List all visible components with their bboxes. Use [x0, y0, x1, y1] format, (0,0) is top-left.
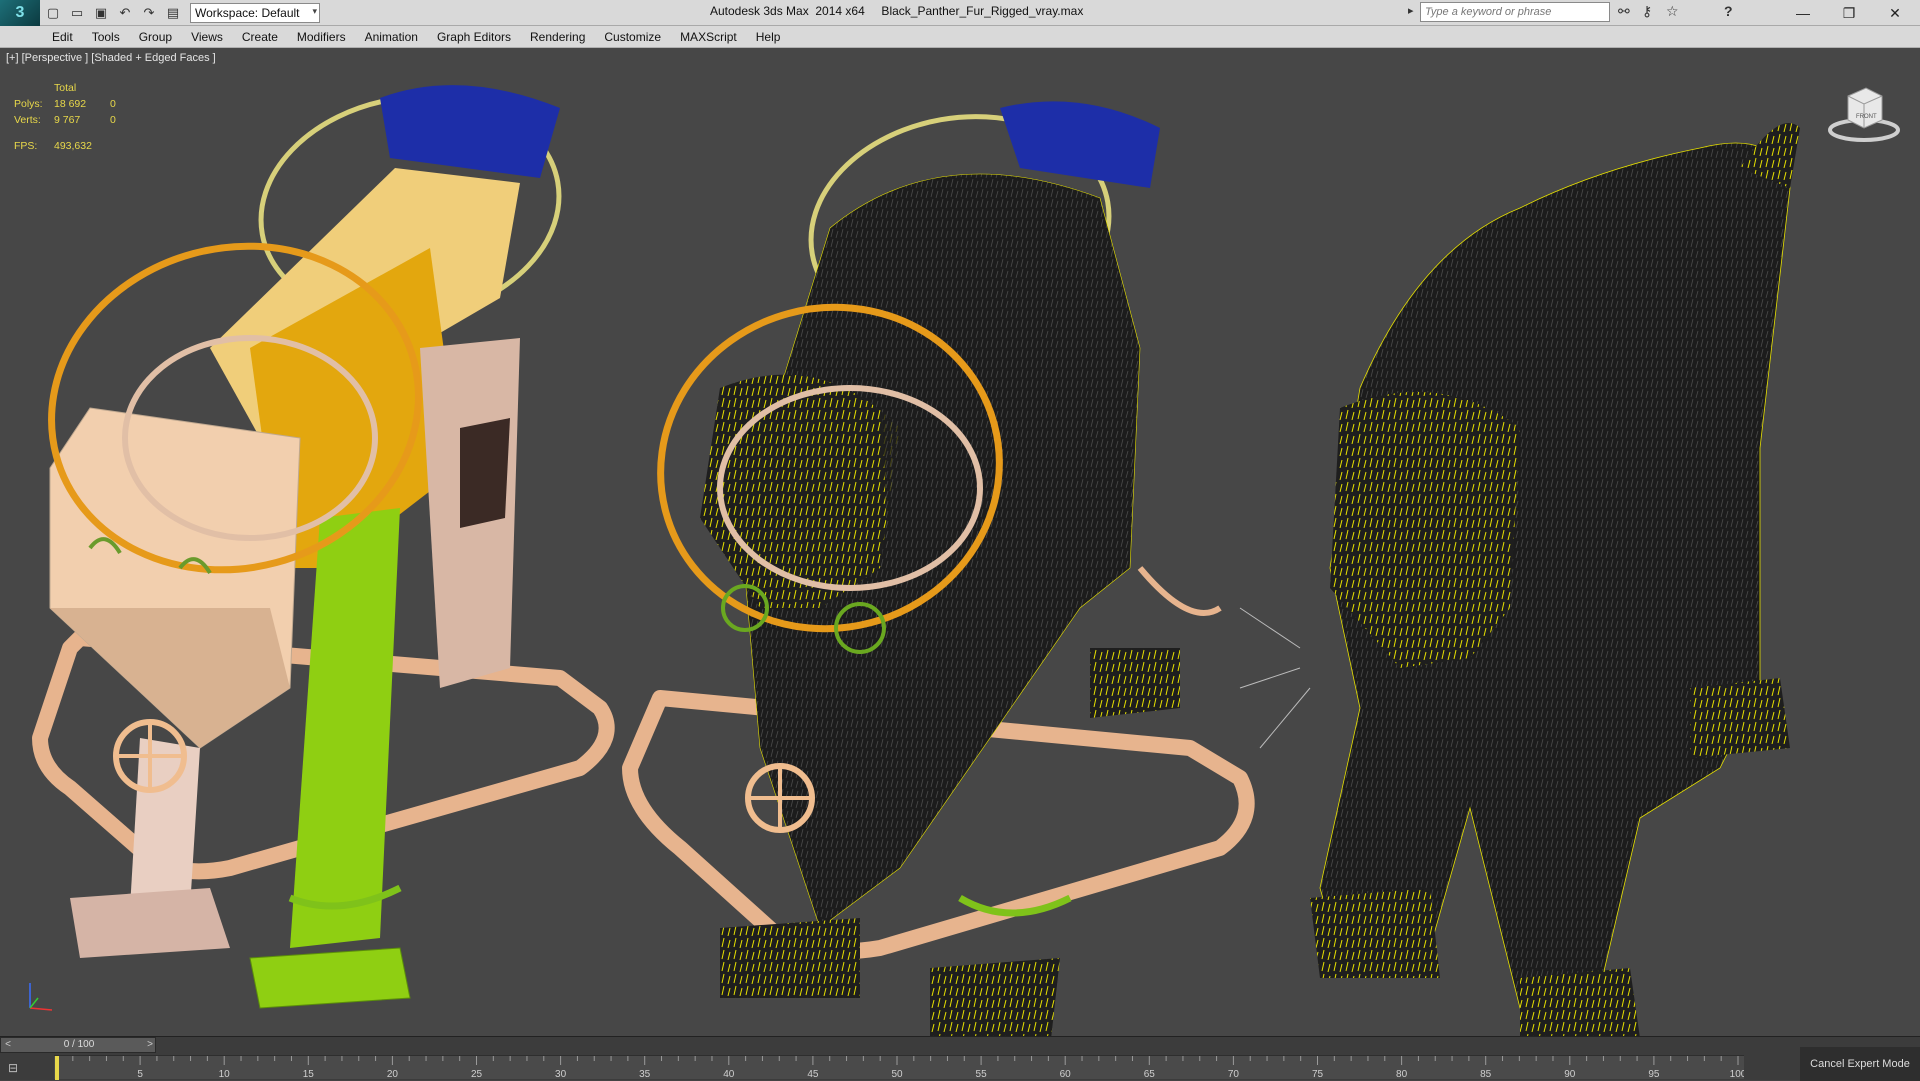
search-input[interactable]: Type a keyword or phrase [1420, 2, 1610, 22]
timeline-ruler[interactable]: 5 10 15 20 25 30 35 40 45 50 55 60 65 70 75 80 85 90 95 100 [54, 1056, 1744, 1080]
time-slider-value: 0 / 100 [63, 1039, 95, 1050]
menu-create[interactable]: Create [242, 30, 278, 44]
timeline-tick-label: 65 [1144, 1069, 1156, 1080]
timeline-tick-label: 15 [303, 1069, 315, 1080]
timeline-tick-label: 95 [1648, 1069, 1660, 1080]
timeline-key-icon[interactable]: ⊟ [8, 1061, 36, 1077]
timeline-bar: < 0 / 100 > ⊟ 5 10 15 20 25 30 35 40 45 50 55 60 65 7… [0, 1036, 1920, 1081]
menu-rendering[interactable]: Rendering [530, 30, 585, 44]
timeline-tick-label: 60 [1060, 1069, 1072, 1080]
slider-prev-button[interactable]: < [1, 1038, 15, 1054]
menu-edit[interactable]: Edit [52, 30, 73, 44]
window-title: Autodesk 3ds Max 2014 x64 Black_Panther_… [710, 4, 1084, 18]
timeline-tick-label: 40 [723, 1069, 735, 1080]
rig-skeleton-panther[interactable] [15, 74, 615, 1009]
menu-views[interactable]: Views [191, 30, 223, 44]
minimize-button[interactable]: — [1780, 0, 1826, 26]
timeline-tick-label: 45 [807, 1069, 819, 1080]
timeline-tick-label: 80 [1396, 1069, 1408, 1080]
chevron-down-icon: ▾ [312, 5, 317, 16]
timeline-tick-label: 5 [137, 1069, 143, 1080]
viewcube-widget[interactable]: FRONT [1826, 78, 1902, 148]
timeline-tick-label: 100 [1730, 1069, 1744, 1080]
restore-button[interactable]: ❐ [1826, 0, 1872, 26]
fur-render-panther[interactable] [1239, 123, 1800, 1036]
app-logo-icon[interactable]: 3 [0, 0, 40, 26]
workspace-dropdown[interactable]: Workspace: Default ▾ [190, 2, 320, 23]
title-bar: 3 ▢ ▭ ▣ ↶ ↷ ▤ Workspace: Default ▾ Autod… [0, 0, 1920, 26]
menu-tools[interactable]: Tools [92, 30, 120, 44]
timeline-tick-label: 85 [1480, 1069, 1492, 1080]
axis-gizmo [29, 983, 53, 1011]
workspace-label: Workspace: Default [195, 5, 300, 20]
timeline-track[interactable]: 5 10 15 20 25 30 35 40 45 50 55 60 65 70 75 80 85 90 95 100 [54, 1055, 1744, 1080]
undo-icon[interactable]: ↶ [114, 2, 136, 24]
stats-header: Total [54, 82, 77, 94]
menu-animation[interactable]: Animation [365, 30, 418, 44]
save-icon[interactable]: ▣ [90, 2, 112, 24]
help-icon[interactable]: ? [1724, 3, 1733, 19]
key-icon[interactable]: ⚷ [1642, 3, 1652, 20]
new-file-icon[interactable]: ▢ [42, 2, 64, 24]
binoculars-icon[interactable]: ⚯ [1618, 3, 1630, 20]
timeline-tick-label: 75 [1312, 1069, 1324, 1080]
polys-selected: 0 [110, 98, 116, 110]
viewcube-front-label: FRONT [1856, 114, 1877, 120]
search-expand-icon[interactable]: ▸ [1408, 4, 1414, 17]
close-button[interactable]: ✕ [1872, 0, 1918, 26]
slider-next-button[interactable]: > [143, 1038, 157, 1054]
menu-graph-editors[interactable]: Graph Editors [437, 30, 511, 44]
menu-modifiers[interactable]: Modifiers [297, 30, 346, 44]
rig-fur-panther[interactable] [622, 94, 1255, 1036]
polys-label: Polys: [14, 98, 43, 110]
timeline-tick-label: 35 [639, 1069, 651, 1080]
scene-render[interactable] [0, 48, 1920, 1036]
menu-group[interactable]: Group [139, 30, 172, 44]
star-icon[interactable]: ☆ [1666, 3, 1679, 20]
viewport-label[interactable]: [+] [Perspective ] [Shaded + Edged Faces… [6, 52, 216, 64]
project-folder-icon[interactable]: ▤ [162, 2, 184, 24]
verts-selected: 0 [110, 114, 116, 126]
viewport-statistics: Total Polys: 18 692 0 Verts: 9 767 0 FPS: 493… [14, 80, 116, 154]
current-frame-marker[interactable] [55, 1056, 59, 1080]
timeline-tick-label: 20 [387, 1069, 399, 1080]
menu-bar: Edit Tools Group Views Create Modifiers … [0, 26, 1920, 48]
timeline-tick-label: 70 [1228, 1069, 1240, 1080]
perspective-viewport[interactable]: [+] [Perspective ] [Shaded + Edged Faces… [0, 48, 1920, 1036]
redo-icon[interactable]: ↷ [138, 2, 160, 24]
menu-help[interactable]: Help [756, 30, 781, 44]
time-slider[interactable]: < 0 / 100 > [0, 1037, 156, 1053]
fps-label: FPS: [14, 140, 38, 152]
polys-value: 18 692 [54, 98, 87, 110]
timeline-tick-label: 25 [471, 1069, 483, 1080]
open-file-icon[interactable]: ▭ [66, 2, 88, 24]
verts-value: 9 767 [54, 114, 81, 126]
menu-maxscript[interactable]: MAXScript [680, 30, 737, 44]
verts-label: Verts: [14, 114, 41, 126]
timeline-tick-label: 30 [555, 1069, 567, 1080]
timeline-tick-label: 50 [891, 1069, 903, 1080]
fps-value: 493,632 [54, 140, 92, 152]
timeline-tick-label: 55 [976, 1069, 988, 1080]
timeline-tick-label: 90 [1564, 1069, 1576, 1080]
cancel-expert-mode-button[interactable]: Cancel Expert Mode [1800, 1047, 1920, 1081]
menu-customize[interactable]: Customize [604, 30, 661, 44]
timeline-tick-label: 10 [219, 1069, 231, 1080]
